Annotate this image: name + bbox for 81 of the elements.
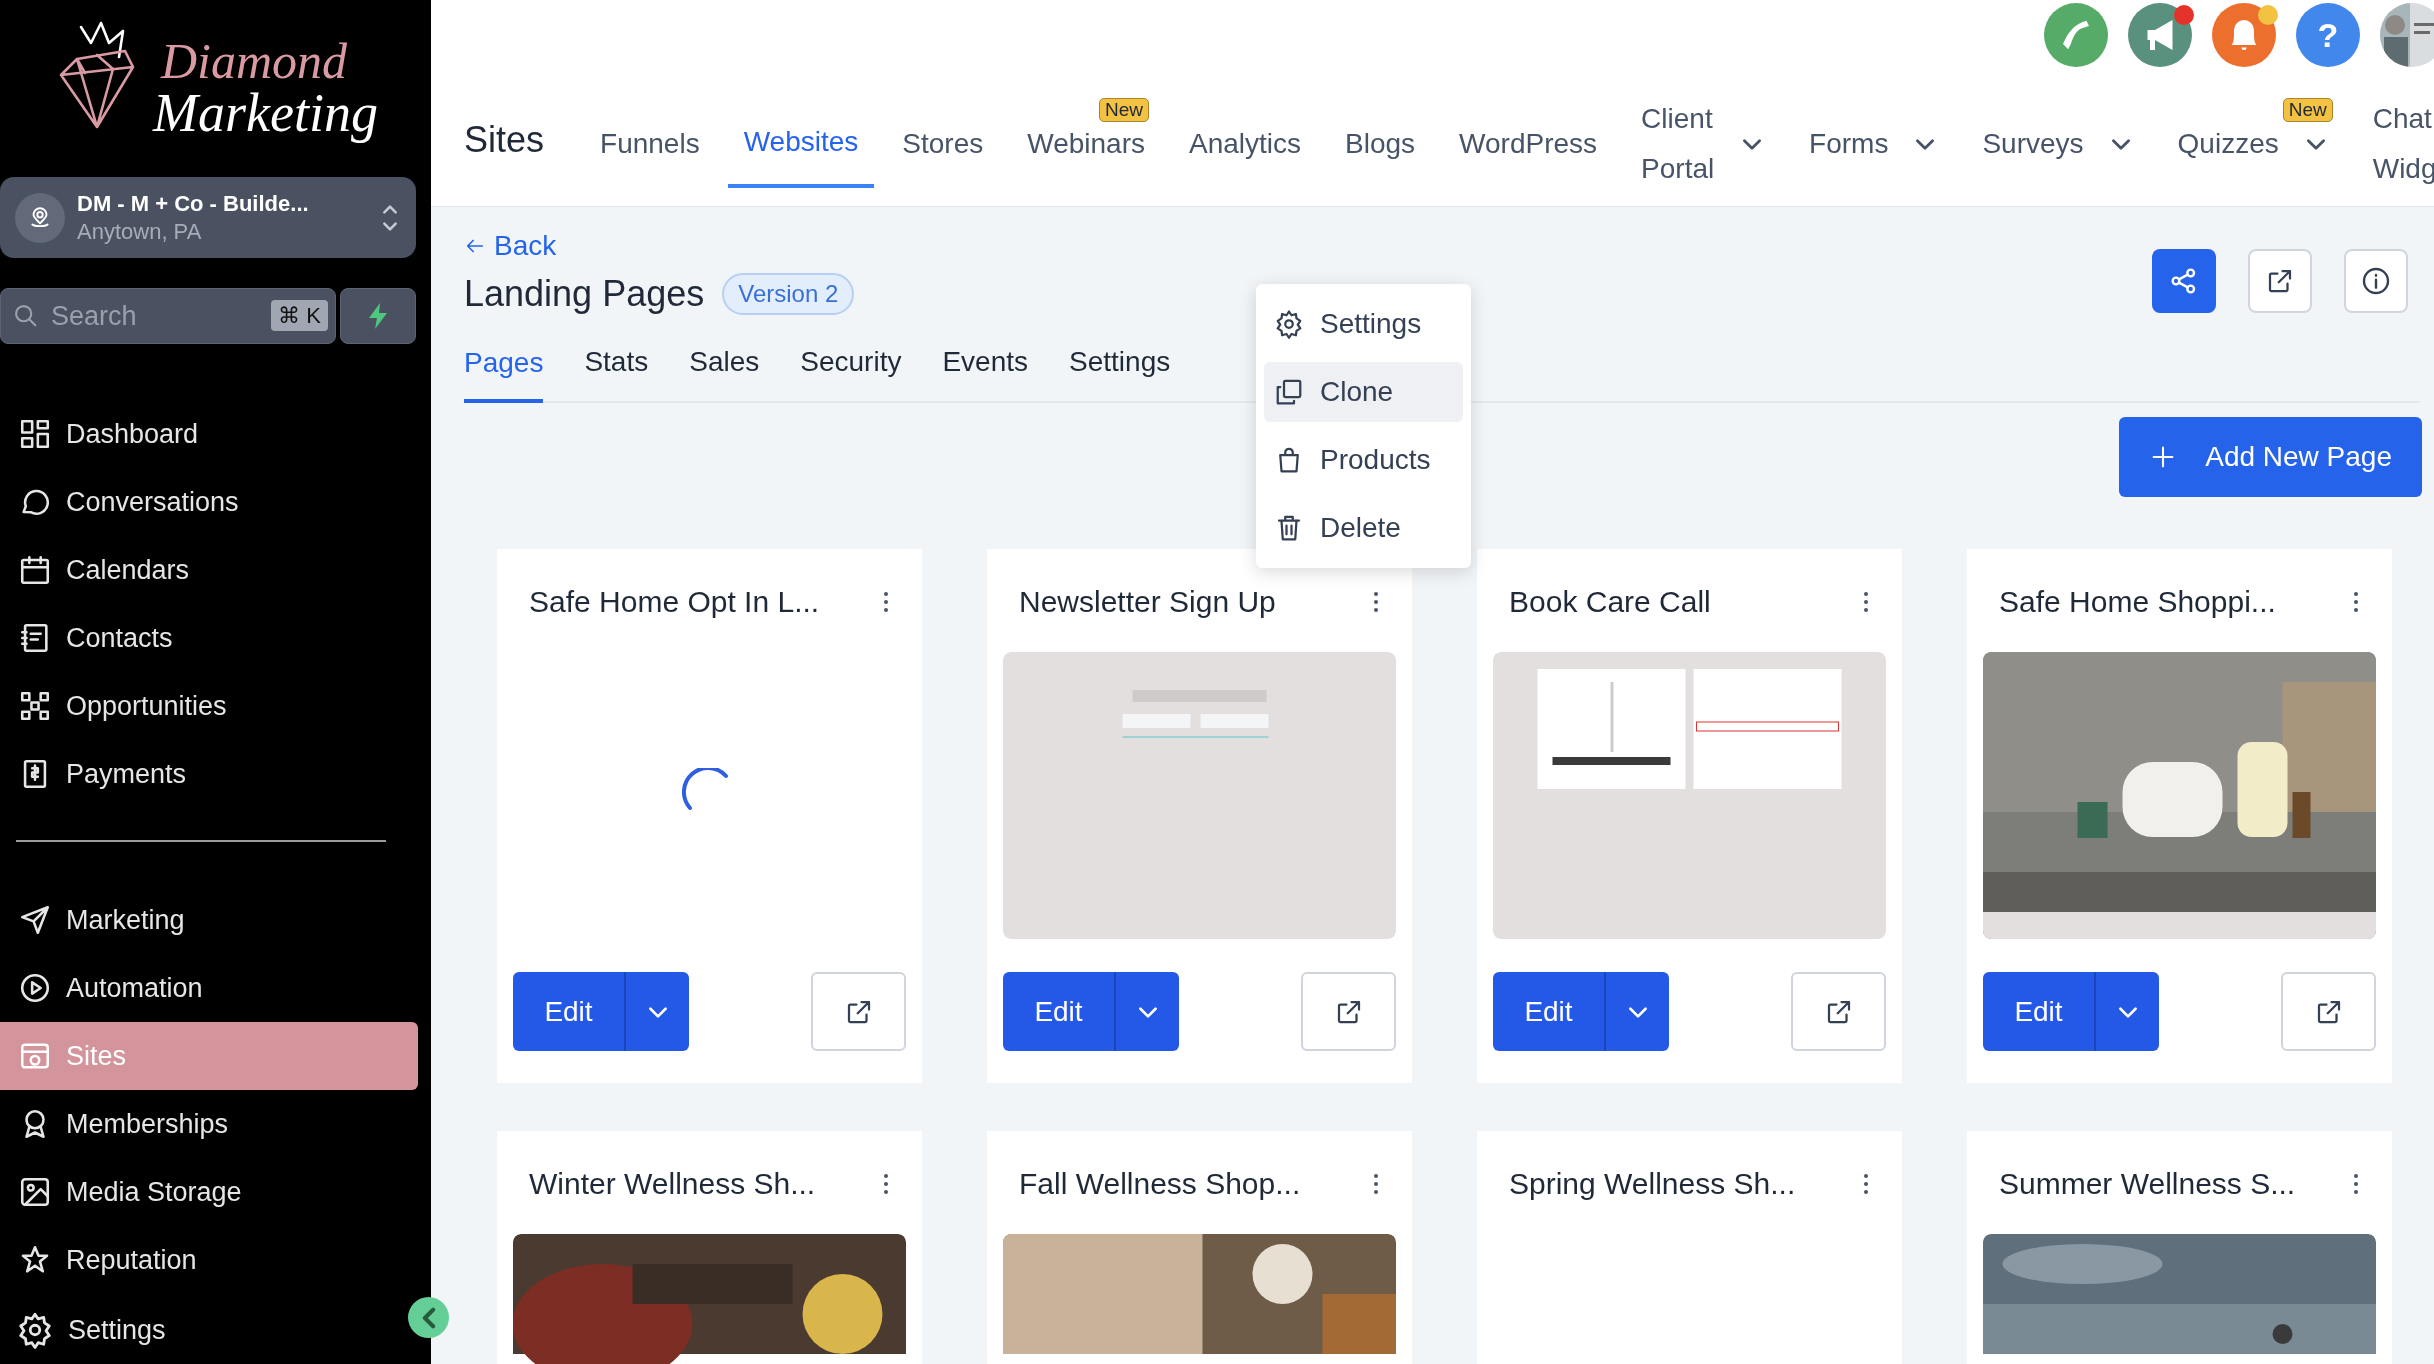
logo-text: Diamond xyxy=(161,36,349,86)
page-tab[interactable]: Stats xyxy=(584,341,649,401)
back-link[interactable]: Back xyxy=(464,225,557,267)
menu-item[interactable]: Products xyxy=(1264,430,1463,490)
card-title: Fall Wellness Shop... xyxy=(1019,1166,1301,1202)
sidebar-item[interactable]: Dashboard xyxy=(0,400,418,468)
lightning-icon xyxy=(366,302,390,330)
nav-tab[interactable]: Forms xyxy=(1809,100,1939,188)
collapse-button[interactable] xyxy=(408,1297,449,1338)
nav-tab[interactable]: Analytics xyxy=(1189,100,1302,188)
sidebar-item[interactable]: Calendars xyxy=(0,536,418,604)
menu-item[interactable]: Settings xyxy=(1264,294,1463,354)
sidebar-item[interactable]: Reputation xyxy=(0,1226,418,1294)
page-tab[interactable]: Security xyxy=(800,341,902,401)
page-tab[interactable]: Pages xyxy=(464,341,544,403)
nav-tab[interactable]: WordPress xyxy=(1459,100,1598,188)
open-page-button[interactable] xyxy=(811,972,906,1051)
card-title: Safe Home Shoppi... xyxy=(1999,584,2276,620)
megaphone-icon xyxy=(2147,20,2173,50)
open-external-button[interactable] xyxy=(2248,249,2312,313)
menu-item[interactable]: Delete xyxy=(1264,498,1463,558)
nav-tab[interactable]: Blogs xyxy=(1345,100,1416,188)
page-title: Landing Pages xyxy=(464,272,705,316)
nav-icon xyxy=(18,1175,52,1209)
shortcut-key: ⌘ K xyxy=(271,300,328,331)
sidebar-item[interactable]: Marketing xyxy=(0,886,418,954)
nav-icon xyxy=(18,417,52,451)
card-title: Book Care Call xyxy=(1509,584,1711,620)
add-new-page-button[interactable]: Add New Page xyxy=(2119,417,2422,497)
settings-icon xyxy=(16,1311,54,1349)
new-badge: New xyxy=(2282,98,2333,122)
edit-button[interactable]: Edit xyxy=(1493,972,1604,1051)
sidebar-item[interactable]: Payments xyxy=(0,740,418,808)
sidebar-item[interactable]: Contacts xyxy=(0,604,418,672)
nav-icon xyxy=(18,903,52,937)
nav-tab[interactable]: Client Portal xyxy=(1641,100,1766,188)
header-icon-button[interactable]: ? xyxy=(2296,3,2360,67)
phone-icon xyxy=(2063,20,2089,50)
nav-tab[interactable]: Funnels xyxy=(600,100,700,188)
sidebar-item[interactable]: Memberships xyxy=(0,1090,418,1158)
bell-icon xyxy=(2231,20,2257,50)
page-tab[interactable]: Settings xyxy=(1069,341,1171,401)
nav-tab[interactable]: Websites xyxy=(727,100,875,188)
sidebar-item[interactable]: Opportunities xyxy=(0,672,418,740)
account-name: DM - M + Co - Builde... xyxy=(77,190,310,218)
account-location: Anytown, PA xyxy=(77,217,203,245)
sidebar-item[interactable]: Conversations xyxy=(0,468,418,536)
quick-action-button[interactable] xyxy=(340,288,416,344)
page-tab[interactable]: Sales xyxy=(689,341,760,401)
card-title: Winter Wellness Sh... xyxy=(529,1166,816,1202)
nav-tab[interactable]: Stores xyxy=(902,100,984,188)
new-badge: New xyxy=(1099,98,1149,122)
copy-icon xyxy=(1274,377,1304,407)
sidebar-item[interactable]: Media Storage xyxy=(0,1158,418,1226)
card-title: Newsletter Sign Up xyxy=(1019,584,1276,620)
nav-icon xyxy=(18,971,52,1005)
edit-button[interactable]: Edit xyxy=(1003,972,1114,1051)
edit-button[interactable]: Edit xyxy=(513,972,624,1051)
section-title: Sites xyxy=(464,118,545,162)
nav-tab[interactable]: Chat Widg xyxy=(2372,100,2434,188)
open-page-button[interactable] xyxy=(1301,972,1396,1051)
version-badge: Version 2 xyxy=(722,273,855,315)
page-tab[interactable]: Events xyxy=(942,341,1029,401)
share-button[interactable] xyxy=(2152,249,2216,313)
nav-icon xyxy=(18,689,52,723)
info-button[interactable] xyxy=(2344,249,2408,313)
card-title: Spring Wellness Sh... xyxy=(1509,1166,1796,1202)
header-icon-button[interactable] xyxy=(2128,3,2192,67)
header-icon-button[interactable] xyxy=(2212,3,2276,67)
info-icon xyxy=(2360,265,2392,297)
open-page-button[interactable] xyxy=(1791,972,1886,1051)
account-switcher[interactable]: DM - M + Co - Builde... Anytown, PA xyxy=(0,177,416,258)
open-page-button[interactable] xyxy=(2281,972,2376,1051)
sidebar-item[interactable]: Automation xyxy=(0,954,418,1022)
edit-button[interactable]: Edit xyxy=(1983,972,2094,1051)
card-title: Summer Wellness S... xyxy=(1999,1166,2296,1202)
card-title: Safe Home Opt In L... xyxy=(529,584,820,620)
menu-item[interactable]: Clone xyxy=(1264,362,1463,422)
gear-icon xyxy=(1274,309,1304,339)
nav-tab[interactable]: Surveys xyxy=(1982,100,2134,188)
nav-icon xyxy=(18,553,52,587)
